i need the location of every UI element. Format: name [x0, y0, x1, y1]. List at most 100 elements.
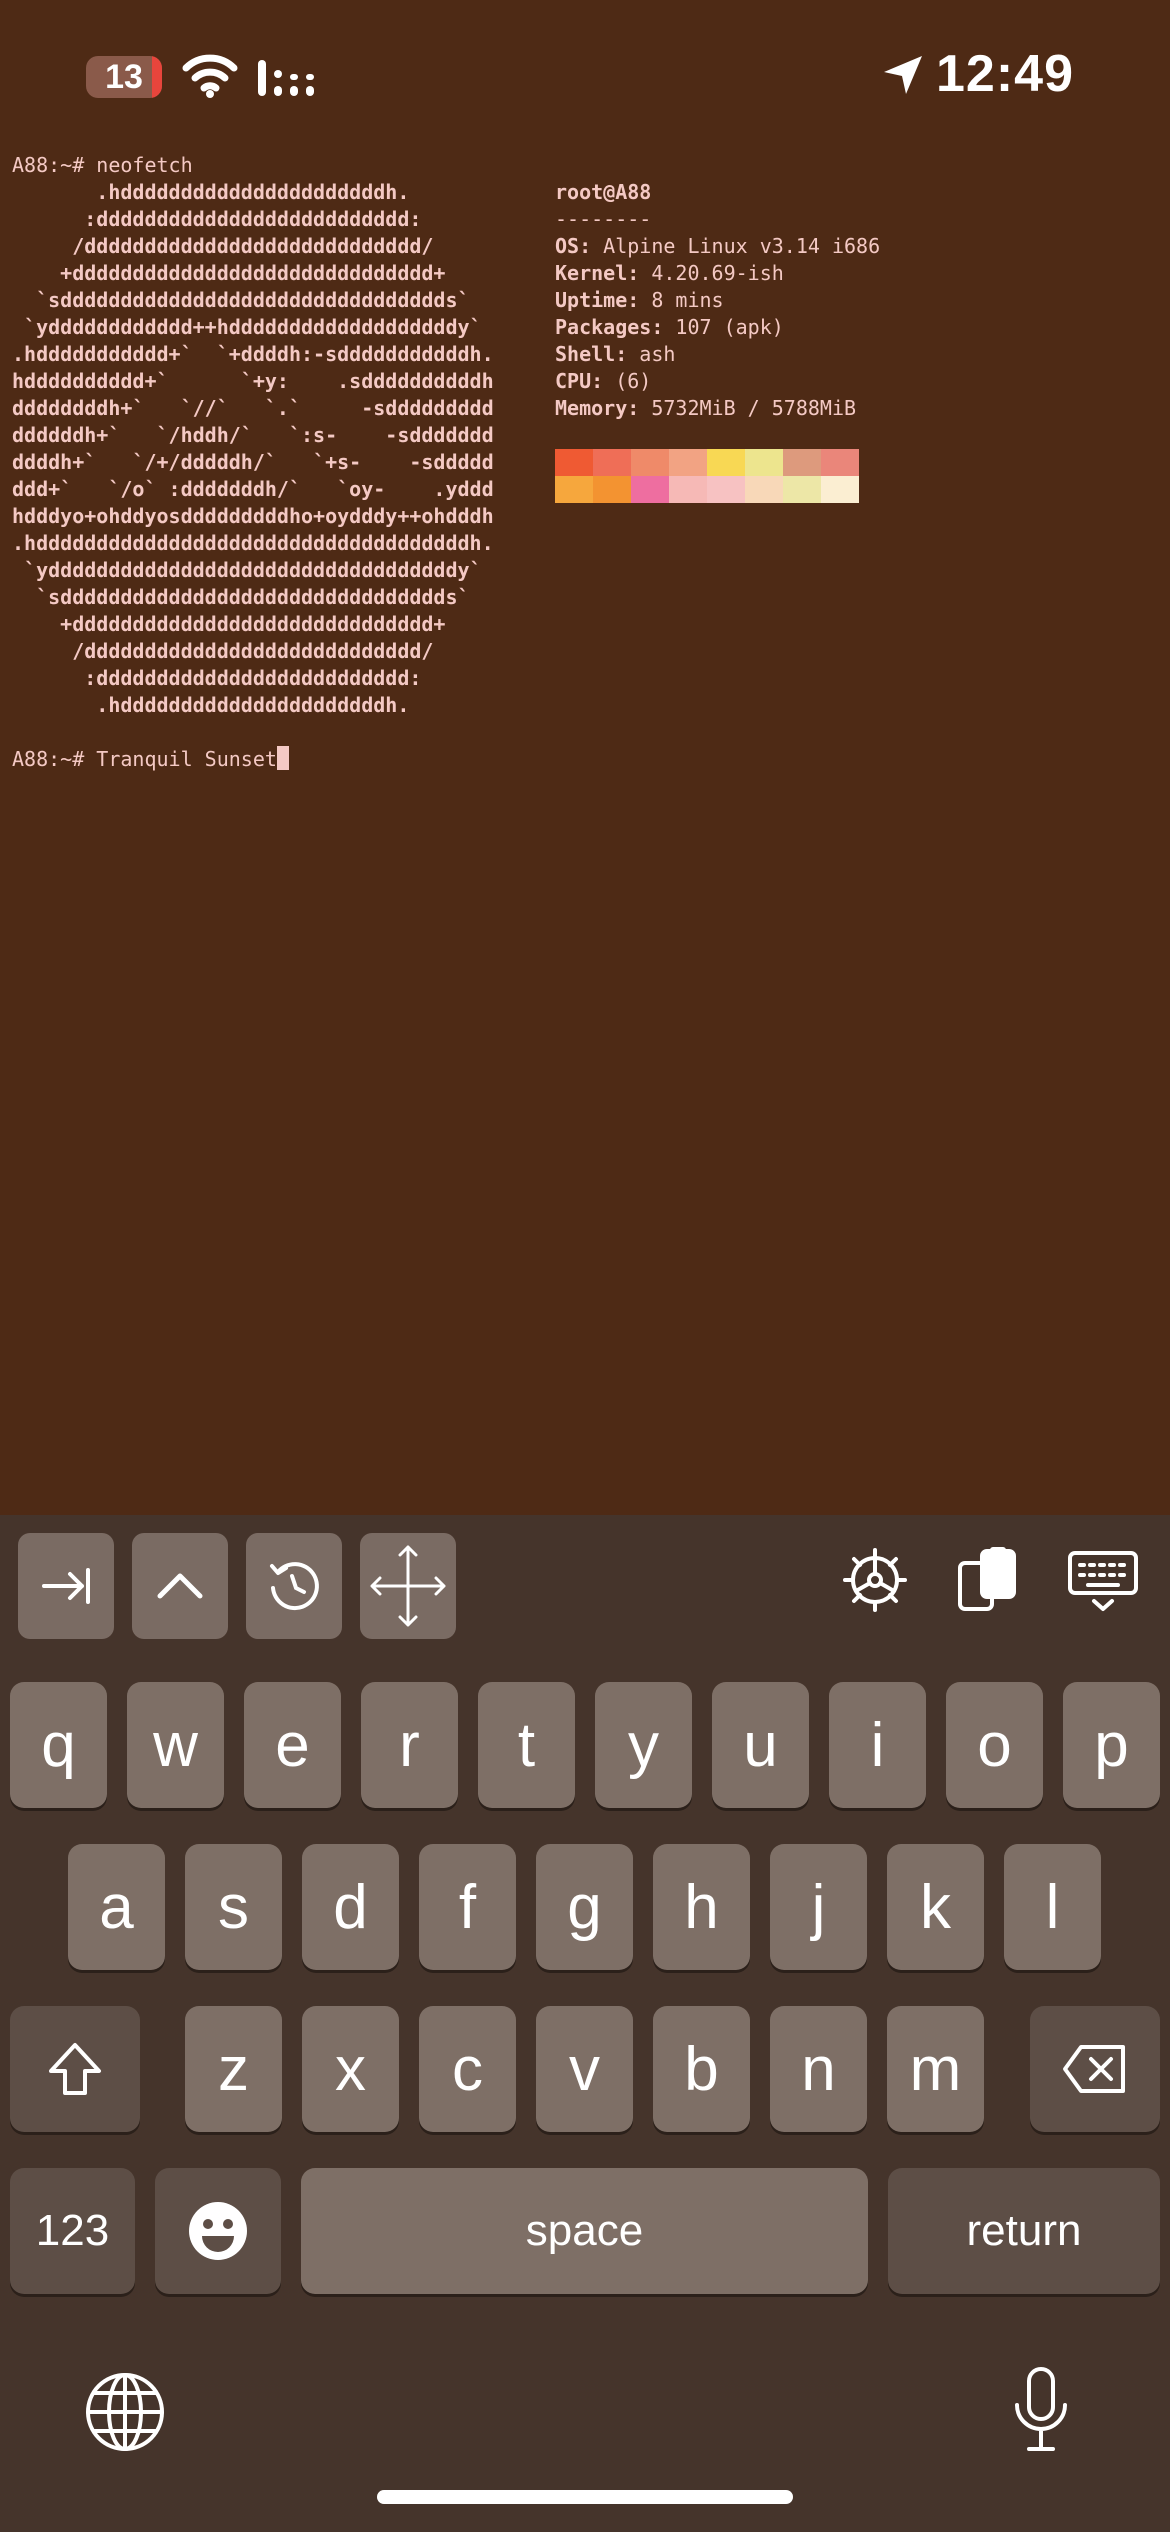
cellular-icon [258, 60, 314, 96]
info-value: 107 (apk) [663, 315, 784, 339]
system-info: root@A88 -------- OS: Alpine Linux v3.14… [555, 179, 1155, 422]
key-q[interactable]: q [10, 1682, 107, 1808]
battery-indicator: 13 [86, 56, 162, 98]
info-key: Shell: [555, 342, 628, 366]
emoji-key[interactable] [155, 2168, 281, 2294]
info-value: 8 mins [639, 288, 724, 312]
color-swatch [555, 449, 593, 476]
info-uptime: Uptime: 8 mins [555, 287, 1155, 314]
control-key-button[interactable] [132, 1533, 228, 1639]
move-arrows-icon [370, 1545, 446, 1627]
key-h[interactable]: h [653, 1844, 750, 1970]
user-host: root@A88 [555, 180, 652, 204]
history-arrow-icon [270, 1562, 319, 1611]
color-swatch [555, 476, 593, 503]
return-key[interactable]: return [888, 2168, 1160, 2294]
settings-gear-icon[interactable] [840, 1545, 910, 1615]
info-packages: Packages: 107 (apk) [555, 314, 1155, 341]
shift-key[interactable] [10, 2006, 140, 2132]
info-cpu: CPU: (6) [555, 368, 1155, 395]
color-swatch [707, 449, 745, 476]
key-g[interactable]: g [536, 1844, 633, 1970]
color-swatch [821, 476, 859, 503]
color-swatch [669, 476, 707, 503]
home-indicator[interactable] [377, 2490, 793, 2504]
key-c[interactable]: c [419, 2006, 516, 2132]
status-bar: 13 12:49 [0, 0, 1170, 150]
info-key: OS: [555, 234, 592, 258]
backspace-icon [1063, 2045, 1125, 2093]
globe-icon[interactable] [84, 2371, 166, 2453]
caret-up-icon [157, 1573, 203, 1599]
info-key: Memory: [555, 396, 640, 420]
key-s[interactable]: s [185, 1844, 282, 1970]
hide-keyboard-icon[interactable] [1066, 1545, 1140, 1615]
keyboard: q w e r t y u i o p a s d f g h j k l z … [0, 1515, 1170, 2532]
info-key: Uptime: [555, 288, 640, 312]
info-key: Packages: [555, 315, 664, 339]
shift-arrow-icon [49, 2043, 101, 2095]
color-swatch [783, 476, 821, 503]
wifi-icon [182, 54, 238, 98]
info-key: CPU: [555, 369, 604, 393]
info-value: 5732MiB / 5788MiB [639, 396, 857, 420]
status-time: 12:49 [936, 45, 1074, 103]
color-swatch [631, 449, 669, 476]
color-swatch [669, 449, 707, 476]
key-m[interactable]: m [887, 2006, 984, 2132]
key-r[interactable]: r [361, 1682, 458, 1808]
arrow-keys-button[interactable] [360, 1533, 456, 1639]
battery-level: 13 [105, 58, 143, 96]
info-separator: -------- [555, 207, 652, 231]
key-k[interactable]: k [887, 1844, 984, 1970]
alpine-ascii-logo: .hddddddddddddddddddddddh. :dddddddddddd… [12, 180, 494, 717]
color-swatch [745, 449, 783, 476]
info-kernel: Kernel: 4.20.69-ish [555, 260, 1155, 287]
info-value: 4.20.69-ish [639, 261, 784, 285]
delete-key[interactable] [1030, 2006, 1160, 2132]
key-i[interactable]: i [829, 1682, 926, 1808]
key-o[interactable]: o [946, 1682, 1043, 1808]
key-j[interactable]: j [770, 1844, 867, 1970]
current-input: A88:~# Tranquil Sunset [12, 747, 277, 771]
screen: 13 12:49 A88:~# neofetch .hddddddddddddd… [0, 0, 1170, 2532]
command-line-neofetch: A88:~# neofetch [12, 153, 193, 177]
key-y[interactable]: y [595, 1682, 692, 1808]
emoji-face-icon [189, 2202, 247, 2260]
info-value: (6) [603, 369, 652, 393]
color-swatch [745, 476, 783, 503]
terminal-output[interactable]: A88:~# neofetch .hdddddddddddddddddddddd… [12, 152, 1162, 1502]
space-key[interactable]: space [301, 2168, 868, 2294]
key-v[interactable]: v [536, 2006, 633, 2132]
paste-clipboard-icon[interactable] [952, 1545, 1022, 1615]
color-swatch [631, 476, 669, 503]
key-n[interactable]: n [770, 2006, 867, 2132]
color-swatch [707, 476, 745, 503]
key-l[interactable]: l [1004, 1844, 1101, 1970]
key-t[interactable]: t [478, 1682, 575, 1808]
tab-key-button[interactable] [18, 1533, 114, 1639]
key-x[interactable]: x [302, 2006, 399, 2132]
key-e[interactable]: e [244, 1682, 341, 1808]
key-f[interactable]: f [419, 1844, 516, 1970]
key-d[interactable]: d [302, 1844, 399, 1970]
color-swatch [821, 449, 859, 476]
microphone-icon[interactable] [1010, 2365, 1072, 2455]
key-w[interactable]: w [127, 1682, 224, 1808]
color-swatch [593, 449, 631, 476]
color-swatch [593, 476, 631, 503]
key-u[interactable]: u [712, 1682, 809, 1808]
tab-arrow-icon [42, 1568, 90, 1604]
key-p[interactable]: p [1063, 1682, 1160, 1808]
key-b[interactable]: b [653, 2006, 750, 2132]
info-shell: Shell: ash [555, 341, 1155, 368]
color-swatch [783, 449, 821, 476]
palette-row-1 [555, 449, 859, 476]
history-button[interactable] [246, 1533, 342, 1639]
command-line-current[interactable]: A88:~# Tranquil Sunset [12, 746, 289, 773]
info-value: ash [627, 342, 676, 366]
key-a[interactable]: a [68, 1844, 165, 1970]
numbers-key[interactable]: 123 [10, 2168, 135, 2294]
info-os: OS: Alpine Linux v3.14 i686 [555, 233, 1155, 260]
key-z[interactable]: z [185, 2006, 282, 2132]
